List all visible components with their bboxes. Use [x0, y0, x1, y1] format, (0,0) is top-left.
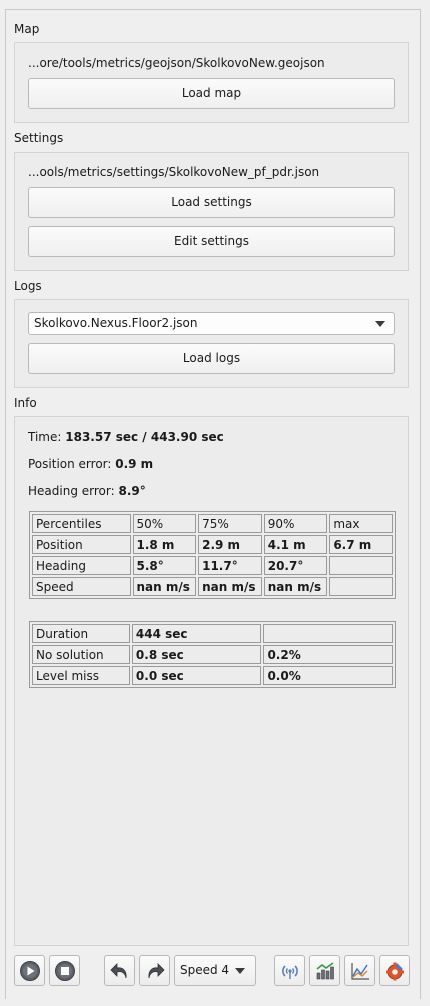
time-label: Time: [28, 430, 62, 444]
table-header-cell: 50% [132, 514, 197, 533]
table-cell: Duration [32, 624, 130, 643]
stop-icon [55, 961, 75, 981]
position-error-row: Position error: 0.9 m [28, 457, 153, 471]
table-cell: Level miss [32, 666, 130, 685]
undo-icon [110, 963, 127, 979]
logs-section-title: Logs [14, 279, 42, 293]
table-cell: Speed [32, 577, 131, 596]
percentiles-table: Percentiles 50% 75% 90% max Position 1.8… [29, 511, 396, 599]
settings-group: ...ools/metrics/settings/SkolkovoNew_pf_… [14, 152, 409, 271]
table-row: Level miss 0.0 sec 0.0% [32, 666, 393, 685]
table-row: Duration 444 sec [32, 624, 393, 643]
table-cell: Position [32, 535, 131, 554]
redo-icon [148, 963, 165, 979]
time-value: 183.57 sec / 443.90 sec [65, 430, 224, 444]
table-cell: nan m/s [198, 577, 262, 596]
stop-button[interactable] [49, 955, 80, 986]
table-header-cell: 90% [263, 514, 328, 533]
play-icon [20, 961, 40, 981]
table-cell: 2.9 m [198, 535, 262, 554]
edit-settings-button[interactable]: Edit settings [28, 226, 395, 257]
table-cell: 6.7 m [329, 535, 393, 554]
table-cell: 20.7° [263, 556, 328, 575]
chevron-down-icon [375, 321, 385, 327]
settings-path: ...ools/metrics/settings/SkolkovoNew_pf_… [28, 165, 320, 179]
time-row: Time: 183.57 sec / 443.90 sec [28, 430, 224, 444]
table-row: Speed nan m/s nan m/s nan m/s [32, 577, 393, 596]
map-path: ...ore/tools/metrics/geojson/SkolkovoNew… [28, 56, 325, 70]
table-cell [263, 624, 393, 643]
heading-error-row: Heading error: 8.9° [28, 484, 146, 498]
table-cell: 1.8 m [132, 535, 197, 554]
load-map-button[interactable]: Load map [28, 78, 395, 109]
table-cell: 0.8 sec [131, 645, 262, 664]
table-row: No solution 0.8 sec 0.2% [32, 645, 393, 664]
table-cell: 0.0% [263, 666, 393, 685]
logs-group: Skolkovo.Nexus.Floor2.json Load logs [14, 299, 409, 388]
heading-error-label: Heading error: [28, 484, 115, 498]
table-cell: 11.7° [198, 556, 262, 575]
chevron-down-icon [235, 968, 245, 974]
table-row: Percentiles 50% 75% 90% max [32, 514, 393, 533]
table-header-cell: 75% [198, 514, 262, 533]
signal-button[interactable] [274, 955, 305, 986]
map-group: ...ore/tools/metrics/geojson/SkolkovoNew… [14, 42, 409, 123]
map-section-title: Map [14, 22, 40, 36]
log-file-selected: Skolkovo.Nexus.Floor2.json [34, 316, 198, 330]
bar-chart-icon [316, 962, 334, 980]
table-cell: No solution [32, 645, 130, 664]
table-row: Position 1.8 m 2.9 m 4.1 m 6.7 m [32, 535, 393, 554]
statistics-button[interactable] [309, 955, 340, 986]
table-cell: nan m/s [132, 577, 197, 596]
info-group: Time: 183.57 sec / 443.90 sec Position e… [14, 416, 409, 946]
position-error-label: Position error: [28, 457, 112, 471]
speed-select[interactable]: Speed 4 [174, 955, 256, 986]
table-header-cell: Percentiles [32, 514, 131, 533]
signal-icon [282, 965, 298, 979]
settings-icon [386, 962, 404, 981]
table-row: Heading 5.8° 11.7° 20.7° [32, 556, 393, 575]
load-logs-button[interactable]: Load logs [28, 343, 395, 374]
speed-value: Speed 4 [180, 963, 230, 977]
redo-button[interactable] [139, 955, 170, 986]
table-cell: 5.8° [132, 556, 197, 575]
table-cell: nan m/s [263, 577, 328, 596]
table-cell [329, 577, 393, 596]
table-cell: 4.1 m [263, 535, 328, 554]
load-settings-button[interactable]: Load settings [28, 187, 395, 218]
table-cell: 444 sec [131, 624, 262, 643]
line-chart-icon [351, 963, 369, 980]
info-section-title: Info [14, 396, 37, 410]
table-cell [329, 556, 393, 575]
table-cell: 0.0 sec [131, 666, 262, 685]
undo-button[interactable] [104, 955, 135, 986]
plot-button[interactable] [344, 955, 375, 986]
settings-tool-button[interactable] [379, 955, 410, 986]
log-file-select[interactable]: Skolkovo.Nexus.Floor2.json [28, 312, 395, 335]
table-cell: 0.2% [263, 645, 393, 664]
play-button[interactable] [14, 955, 45, 986]
table-cell: Heading [32, 556, 131, 575]
heading-error-value: 8.9° [118, 484, 146, 498]
summary-table: Duration 444 sec No solution 0.8 sec 0.2… [29, 621, 396, 688]
position-error-value: 0.9 m [115, 457, 154, 471]
settings-section-title: Settings [14, 131, 64, 145]
table-header-cell: max [329, 514, 393, 533]
